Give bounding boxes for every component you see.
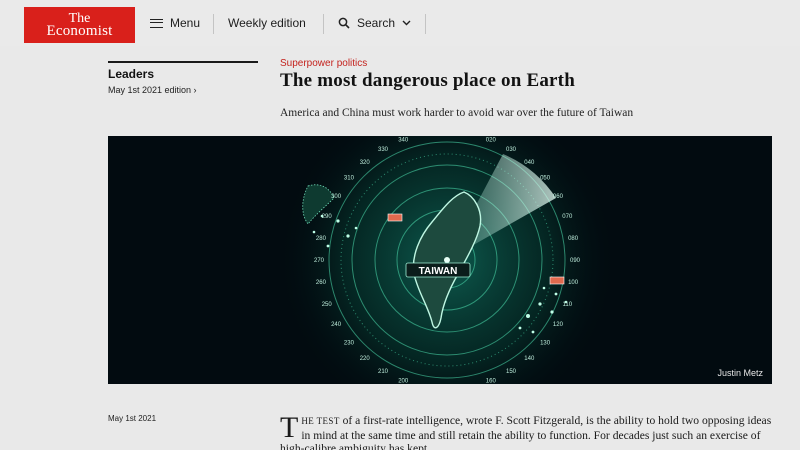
edition-link[interactable]: May 1st 2021 edition ›	[108, 85, 197, 95]
radar-bearing-label: 060	[553, 194, 564, 200]
nav-divider	[323, 14, 324, 34]
radar-bearing-label: 030	[506, 147, 517, 153]
radar-bearing-label: 110	[563, 302, 573, 308]
article-paragraph: of a first-rate intelligence, wrote F. S…	[280, 414, 772, 450]
section-link-leaders[interactable]: Leaders	[108, 67, 154, 81]
radar-bearing-label: 270	[314, 258, 325, 264]
menu-label: Menu	[170, 16, 201, 30]
article-date: May 1st 2021	[108, 414, 157, 423]
radar-bearing-label: 350	[420, 136, 431, 138]
radar-bearing-label: 160	[486, 378, 497, 384]
radar-bearing-label: 120	[553, 322, 564, 328]
article-rubric[interactable]: Superpower politics	[280, 58, 367, 69]
opening-smallcaps: HE TEST	[301, 416, 340, 426]
weekly-edition-link[interactable]: Weekly edition	[228, 16, 306, 30]
radar-bearing-label: 240	[331, 322, 342, 328]
search-icon	[338, 17, 350, 29]
radar-bearing-label: 210	[378, 369, 389, 375]
radar-bearing-label: 040	[524, 160, 535, 166]
top-navigation-bar: The Economist Menu Weekly edition Search	[0, 0, 800, 46]
radar-bearing-label: 320	[360, 160, 371, 166]
chevron-down-icon	[402, 20, 411, 26]
radar-bearing-label: 260	[316, 280, 327, 286]
nav-divider	[213, 14, 214, 34]
article-body: T HE TEST of a first-rate intelligence, w…	[280, 411, 772, 450]
article-hero-image: TAIWAN 330340350360010020030040050060070…	[108, 136, 772, 384]
radar-bearing-label: 310	[344, 176, 355, 182]
radar-bearing-label: 070	[562, 214, 573, 220]
red-marker	[387, 213, 403, 222]
weekly-edition-label: Weekly edition	[228, 16, 306, 30]
drop-cap: T	[280, 411, 299, 444]
radar-bearing-label: 130	[540, 340, 551, 346]
radar-bearing-label: 010	[464, 136, 475, 138]
radar-bearing-label: 280	[316, 236, 327, 242]
radar-bearing-label: 080	[568, 236, 579, 242]
article-headline: The most dangerous place on Earth	[280, 70, 575, 91]
radar-bearing-label: 140	[524, 356, 535, 362]
radar-bearing-label: 050	[540, 176, 551, 182]
section-rule	[108, 61, 258, 63]
radar-illustration: TAIWAN 330340350360010020030040050060070…	[108, 136, 772, 384]
radar-bearing-label: 100	[568, 280, 579, 286]
image-credit: Justin Metz	[717, 368, 763, 378]
radar-bearing-label: 230	[344, 340, 355, 346]
search-button[interactable]: Search	[338, 16, 411, 30]
hamburger-icon	[150, 18, 163, 28]
radar-bearing-label: 090	[570, 258, 581, 264]
article-subheadline: America and China must work harder to av…	[280, 107, 634, 119]
radar-bearing-label: 290	[322, 214, 333, 220]
nav-divider	[425, 14, 426, 34]
search-label: Search	[357, 16, 396, 30]
radar-bearing-label: 200	[398, 378, 409, 384]
economist-logo[interactable]: The Economist	[24, 7, 135, 43]
red-marker	[549, 276, 565, 285]
logo-line-2: Economist	[46, 23, 113, 39]
radar-bearing-label: 330	[378, 147, 389, 153]
radar-bearing-label: 020	[486, 138, 497, 144]
menu-button[interactable]: Menu	[150, 16, 200, 30]
taiwan-label: TAIWAN	[419, 266, 458, 277]
radar-bearing-label: 250	[322, 302, 333, 308]
radar-bearing-label: 150	[506, 369, 517, 375]
radar-bearing-label: 340	[398, 138, 409, 144]
radar-bearing-label: 300	[331, 194, 342, 200]
radar-bearing-label: 220	[360, 356, 371, 362]
